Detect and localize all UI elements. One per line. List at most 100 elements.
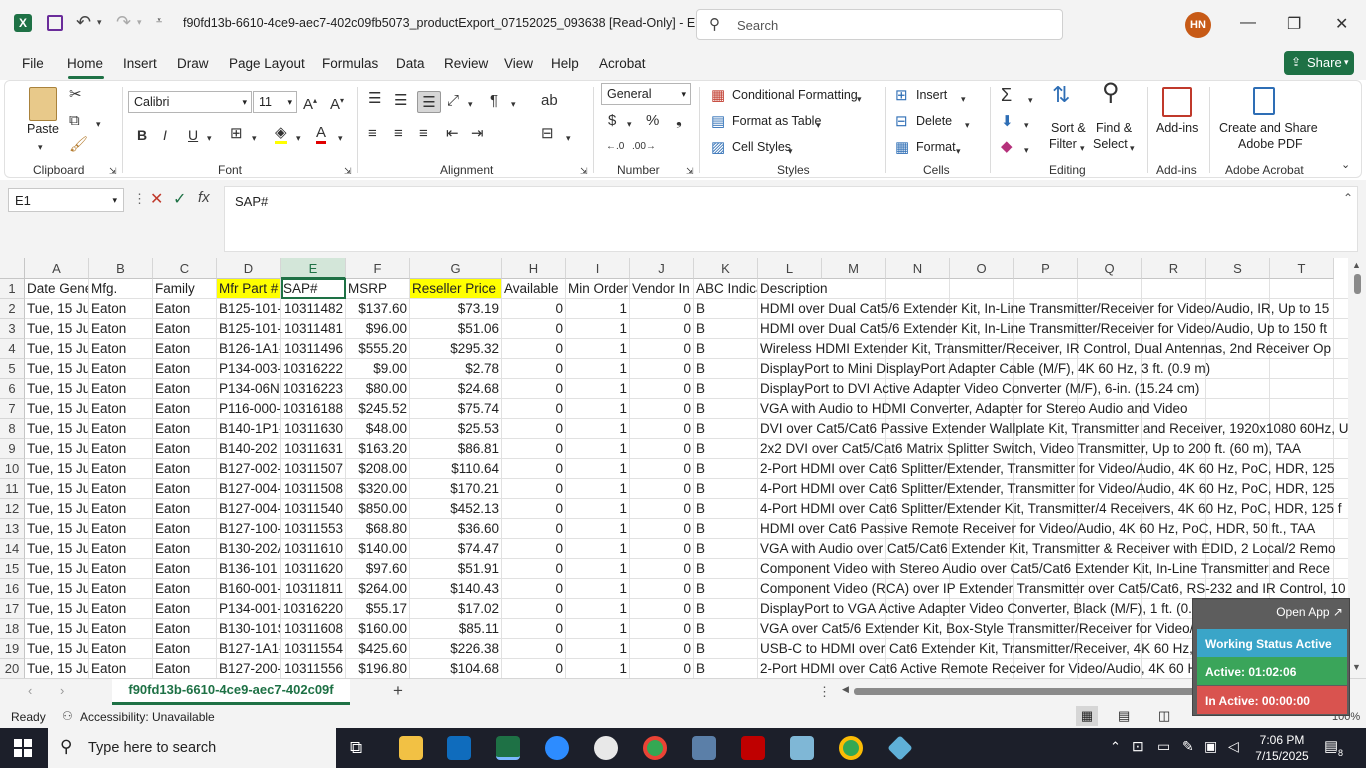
grid-cell[interactable]: HDMI over Dual Cat5/6 Extender Kit, In-L… (758, 299, 1348, 319)
grid-cell[interactable]: 4-Port HDMI over Cat6 Splitter/Extender … (758, 499, 1348, 519)
tab-data[interactable]: Data (396, 56, 425, 71)
grid-cell[interactable]: 10316188 (281, 399, 346, 419)
grid-cell[interactable]: 0 (502, 439, 566, 459)
increase-decimal-icon[interactable]: ←.0 (606, 139, 624, 155)
grid-cell[interactable]: 10311507 (281, 459, 346, 479)
grid-cell[interactable]: 0 (502, 659, 566, 678)
create-pdf-icon[interactable] (1253, 87, 1275, 115)
grid-cell[interactable]: 10311481 (281, 319, 346, 339)
filezilla-icon[interactable] (741, 736, 765, 760)
grid-cell[interactable]: B127-200- (217, 659, 281, 678)
comma-style-icon[interactable]: ❟ (676, 113, 682, 129)
grid-cell[interactable]: 0 (630, 559, 694, 579)
grid-cell[interactable]: Eaton (153, 559, 217, 579)
font-size-combo[interactable]: 11 ▾ (253, 91, 297, 113)
grid-cell[interactable]: B (694, 339, 758, 359)
row-header[interactable]: 5 (0, 359, 25, 379)
open-app-link[interactable]: Open App ↗ (1276, 605, 1343, 619)
grid-cell[interactable]: 1 (566, 519, 630, 539)
tab-page-layout[interactable]: Page Layout (229, 56, 305, 71)
row-header[interactable]: 7 (0, 399, 25, 419)
conditional-formatting-icon[interactable]: ▦ (711, 88, 725, 104)
spreadsheet-grid[interactable]: ABCDEFGHIJKLMNOPQRST 1 Date Gene Mfg. Famil… (0, 258, 1366, 678)
grid-cell[interactable]: 1 (566, 499, 630, 519)
grid-cell[interactable]: 1 (566, 579, 630, 599)
currency-dropdown-icon[interactable]: ▾ (627, 116, 632, 132)
grid-cell[interactable]: $25.53 (410, 419, 502, 439)
grid-cell[interactable]: $73.19 (410, 299, 502, 319)
scroll-up-icon[interactable]: ▲ (1352, 260, 1361, 270)
italic-button[interactable]: I (163, 127, 167, 143)
paragraph-direction-icon[interactable]: ¶ (490, 93, 498, 109)
grid-cell[interactable]: Eaton (153, 639, 217, 659)
grid-cell[interactable]: B127-004- (217, 499, 281, 519)
header-cell[interactable]: Description (758, 279, 1348, 299)
grid-cell[interactable]: 10316222 (281, 359, 346, 379)
row-header[interactable]: 11 (0, 479, 25, 499)
chrome-profile-icon[interactable] (839, 736, 863, 760)
grid-cell[interactable]: Tue, 15 Ju (25, 439, 89, 459)
grid-cell[interactable]: 0 (630, 499, 694, 519)
bold-button[interactable]: B (137, 127, 147, 143)
file-explorer-icon[interactable] (399, 736, 423, 760)
avatar[interactable]: HN (1185, 12, 1211, 38)
row-header[interactable]: 3 (0, 319, 25, 339)
grid-cell[interactable]: $295.32 (410, 339, 502, 359)
grid-cell[interactable]: 0 (630, 399, 694, 419)
paste-dropdown-icon[interactable]: ▾ (38, 139, 43, 155)
sheet-tab-active[interactable]: f90fd13b-6610-4ce9-aec7-402c09f (112, 679, 350, 705)
grid-cell[interactable]: 0 (630, 439, 694, 459)
grid-cell[interactable]: $97.60 (346, 559, 410, 579)
row-header[interactable]: 15 (0, 559, 25, 579)
decrease-indent-icon[interactable]: ⇤ (446, 126, 459, 142)
grid-cell[interactable]: Eaton (89, 639, 153, 659)
align-left-icon[interactable]: ≡ (368, 126, 377, 142)
accessibility-status[interactable]: Accessibility: Unavailable (80, 710, 215, 724)
sort-filter-label-1[interactable]: Sort & (1051, 121, 1086, 135)
grid-cell[interactable]: 10311540 (281, 499, 346, 519)
grid-cell[interactable]: 1 (566, 379, 630, 399)
column-header-a[interactable]: A (25, 258, 89, 279)
grid-cell[interactable]: B (694, 519, 758, 539)
grid-cell[interactable]: 0 (630, 479, 694, 499)
grid-cell[interactable]: 0 (502, 639, 566, 659)
grid-cell[interactable]: 1 (566, 419, 630, 439)
autosum-dropdown-icon[interactable]: ▾ (1028, 92, 1033, 108)
column-header-t[interactable]: T (1270, 258, 1334, 279)
grid-cell[interactable]: 0 (630, 539, 694, 559)
grid-cell[interactable]: $555.20 (346, 339, 410, 359)
format-as-table-icon[interactable]: ▤ (711, 114, 725, 130)
tab-review[interactable]: Review (444, 56, 488, 71)
column-header-c[interactable]: C (153, 258, 217, 279)
grid-cell[interactable]: B (694, 359, 758, 379)
grid-cell[interactable]: B (694, 619, 758, 639)
grid-cell[interactable]: $425.60 (346, 639, 410, 659)
grid-cell[interactable]: 10311556 (281, 659, 346, 678)
row-header[interactable]: 4 (0, 339, 25, 359)
cell-styles-dropdown-icon[interactable]: ▾ (788, 143, 793, 159)
excel-taskbar-icon[interactable] (496, 736, 520, 760)
grid-cell[interactable]: 10311610 (281, 539, 346, 559)
grid-cell[interactable]: Tue, 15 Ju (25, 379, 89, 399)
grid-cell[interactable]: $137.60 (346, 299, 410, 319)
paint-icon[interactable] (594, 736, 618, 760)
insert-function-icon[interactable]: fx (198, 189, 210, 206)
grid-cell[interactable]: Eaton (89, 619, 153, 639)
cell-styles-icon[interactable]: ▨ (711, 140, 725, 156)
grid-cell[interactable]: $110.64 (410, 459, 502, 479)
select-all-corner[interactable] (0, 258, 25, 279)
grid-cell[interactable]: 0 (630, 619, 694, 639)
column-header-s[interactable]: S (1206, 258, 1270, 279)
grid-cell[interactable]: 0 (502, 599, 566, 619)
grid-cell[interactable]: Eaton (89, 319, 153, 339)
grid-cell[interactable]: Tue, 15 Ju (25, 579, 89, 599)
grid-cell[interactable]: P134-001- (217, 599, 281, 619)
grid-cell[interactable]: $51.06 (410, 319, 502, 339)
merge-center-icon[interactable]: ⊟ (541, 126, 554, 142)
grid-cell[interactable]: Eaton (153, 359, 217, 379)
grid-cell[interactable]: B127-002- (217, 459, 281, 479)
grid-cell[interactable]: $80.00 (346, 379, 410, 399)
windows-start-icon[interactable] (14, 739, 32, 757)
format-as-table-dropdown-icon[interactable]: ▾ (816, 117, 821, 133)
format-cells-icon[interactable]: ▦ (895, 140, 909, 156)
